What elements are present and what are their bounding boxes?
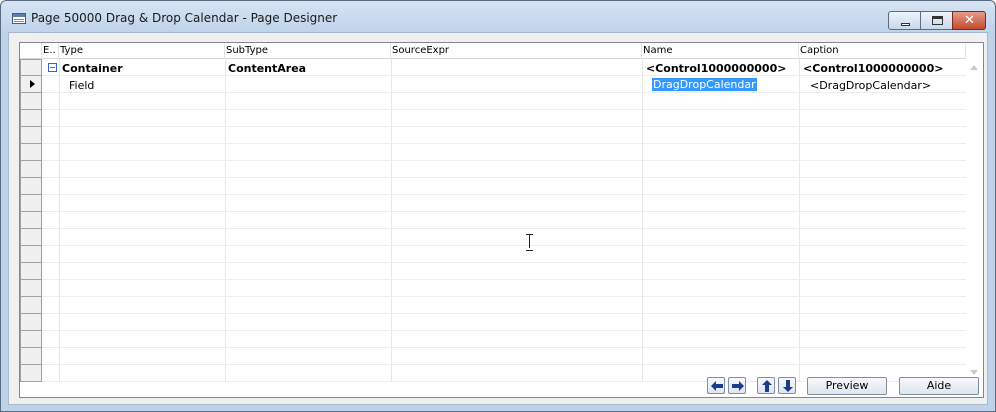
arrow-left-icon	[711, 381, 723, 391]
close-button[interactable]: ✕	[952, 11, 986, 30]
column-header-sourceexpr[interactable]: SourceExpr	[391, 43, 642, 59]
header-corner	[20, 43, 42, 59]
grid-line	[42, 75, 966, 76]
title-bar[interactable]: Page 50000 Drag & Drop Calendar - Page D…	[1, 1, 995, 32]
grid-line	[225, 59, 226, 381]
row-selector[interactable]	[20, 127, 42, 144]
move-up-button[interactable]	[757, 377, 775, 394]
text-cursor-icon	[526, 234, 533, 251]
current-row-arrow-icon	[30, 80, 35, 88]
grid-line	[799, 59, 800, 381]
grid-line	[391, 59, 392, 381]
aide-button[interactable]: Aide	[899, 377, 979, 395]
row-selector[interactable]	[20, 297, 42, 314]
row-selector[interactable]	[20, 263, 42, 280]
maximize-button[interactable]	[920, 11, 953, 30]
move-left-button[interactable]	[707, 377, 725, 394]
grid-header: E.. Type SubType SourceExpr Name Caption	[20, 43, 966, 59]
scroll-up-icon[interactable]	[970, 65, 978, 70]
table-icon	[12, 13, 26, 24]
grid-line	[42, 347, 966, 348]
grid-line	[42, 364, 966, 365]
row-selector[interactable]	[20, 331, 42, 348]
designer-grid[interactable]: E.. Type SubType SourceExpr Name Caption…	[19, 42, 984, 398]
row-selector[interactable]	[20, 76, 42, 93]
grid-line	[42, 245, 966, 246]
column-header-subtype[interactable]: SubType	[225, 43, 391, 59]
grid-line	[59, 59, 60, 381]
designer-client-area: E.. Type SubType SourceExpr Name Caption…	[8, 32, 988, 405]
column-header-caption[interactable]: Caption	[799, 43, 966, 59]
row-selector[interactable]	[20, 59, 42, 76]
row-selector[interactable]	[20, 246, 42, 263]
row-selector-column	[20, 59, 42, 383]
row-selector[interactable]	[20, 178, 42, 195]
row-selector[interactable]	[20, 365, 42, 382]
minimize-icon	[901, 23, 910, 26]
row-selector[interactable]	[20, 212, 42, 229]
move-down-button[interactable]	[778, 377, 796, 394]
row-selector[interactable]	[20, 195, 42, 212]
grid-line	[42, 143, 966, 144]
arrow-up-icon	[762, 380, 772, 392]
row-selector[interactable]	[20, 144, 42, 161]
grid-line	[42, 177, 966, 178]
grid-line	[42, 109, 966, 110]
grid-line	[42, 194, 966, 195]
column-header-type[interactable]: Type	[59, 43, 225, 59]
grid-line	[42, 92, 966, 93]
row-selector[interactable]	[20, 280, 42, 297]
column-header-expander[interactable]: E..	[42, 43, 59, 59]
grid-line	[42, 330, 966, 331]
row-selector[interactable]	[20, 229, 42, 246]
move-right-button[interactable]	[728, 377, 746, 394]
close-icon: ✕	[964, 13, 975, 28]
row-name-selected: DragDropCalendar	[652, 78, 757, 91]
arrow-right-icon	[732, 381, 744, 391]
window-title: Page 50000 Drag & Drop Calendar - Page D…	[31, 11, 338, 25]
grid-line	[642, 59, 643, 381]
grid-line	[42, 279, 966, 280]
name-edit-field[interactable]: DragDropCalendar	[652, 77, 757, 93]
preview-button[interactable]: Preview	[807, 377, 887, 395]
grid-line	[42, 160, 966, 161]
vertical-scrollbar[interactable]	[966, 59, 983, 381]
row-selector[interactable]	[20, 110, 42, 127]
row-selector[interactable]	[20, 93, 42, 110]
grid-line	[42, 313, 966, 314]
row-selector[interactable]	[20, 348, 42, 365]
row-selector[interactable]	[20, 314, 42, 331]
grid-line	[42, 296, 966, 297]
column-header-name[interactable]: Name	[642, 43, 799, 59]
maximize-icon	[932, 16, 943, 25]
scroll-down-icon[interactable]	[970, 370, 978, 375]
collapse-icon[interactable]	[48, 63, 57, 72]
row-selector[interactable]	[20, 161, 42, 178]
page-designer-window: Page 50000 Drag & Drop Calendar - Page D…	[0, 0, 996, 412]
grid-line	[42, 228, 966, 229]
arrow-down-icon	[783, 380, 793, 392]
grid-line	[42, 262, 966, 263]
grid-line	[42, 211, 966, 212]
minimize-button[interactable]	[888, 11, 921, 30]
grid-line	[42, 126, 966, 127]
